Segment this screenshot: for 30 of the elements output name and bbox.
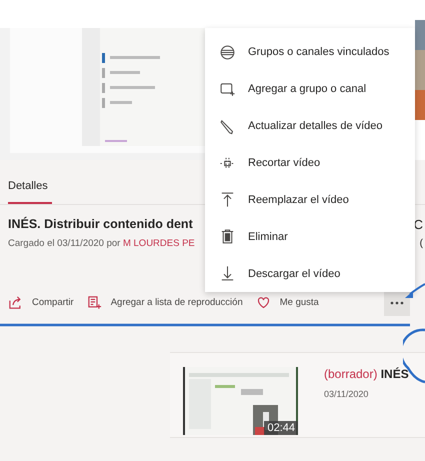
- add-to-group-icon: [219, 80, 236, 98]
- menu-item[interactable]: Reemplazar el vídeo: [205, 181, 415, 218]
- meta-fragment: (: [420, 238, 424, 249]
- menu-item[interactable]: Actualizar detalles de vídeo: [205, 108, 415, 145]
- video-title: INÉS. Distribuir contenido dent: [8, 217, 193, 232]
- share-icon: [8, 295, 23, 310]
- heart-icon: [256, 295, 271, 310]
- menu-item[interactable]: Recortar vídeo: [205, 144, 415, 182]
- related-video-date: 03/11/2020: [324, 389, 370, 399]
- pencil-icon: [219, 118, 236, 135]
- menu-item[interactable]: Agregar a grupo o canal: [205, 70, 415, 108]
- like-button[interactable]: Me gusta: [256, 295, 319, 310]
- globe-icon: [219, 44, 236, 61]
- share-button[interactable]: Compartir: [8, 295, 74, 310]
- menu-item[interactable]: Descargar el vídeo: [205, 255, 415, 292]
- duration-badge: 02:44: [264, 421, 298, 435]
- annotation-arrow: [404, 283, 425, 299]
- upload-info: Cargado el 03/11/2020 por M LOURDES PE: [8, 238, 195, 249]
- upload-icon: [219, 191, 236, 208]
- download-icon: [219, 265, 236, 282]
- related-video-card[interactable]: 02:44 (borrador) INÉS 03/11/2020: [170, 352, 425, 438]
- related-video-title[interactable]: (borrador) INÉS: [324, 367, 409, 381]
- playlist-add-icon: [86, 295, 102, 310]
- author-link[interactable]: M LOURDES PE: [122, 238, 195, 249]
- details-tab[interactable]: Detalles: [8, 180, 52, 204]
- menu-item[interactable]: Eliminar: [205, 218, 415, 256]
- more-icon: [390, 300, 404, 304]
- menu-item[interactable]: Grupos o canales vinculados: [205, 34, 415, 71]
- playlist-button[interactable]: Agregar a lista de reproducción: [86, 295, 243, 310]
- trash-icon: [219, 228, 236, 246]
